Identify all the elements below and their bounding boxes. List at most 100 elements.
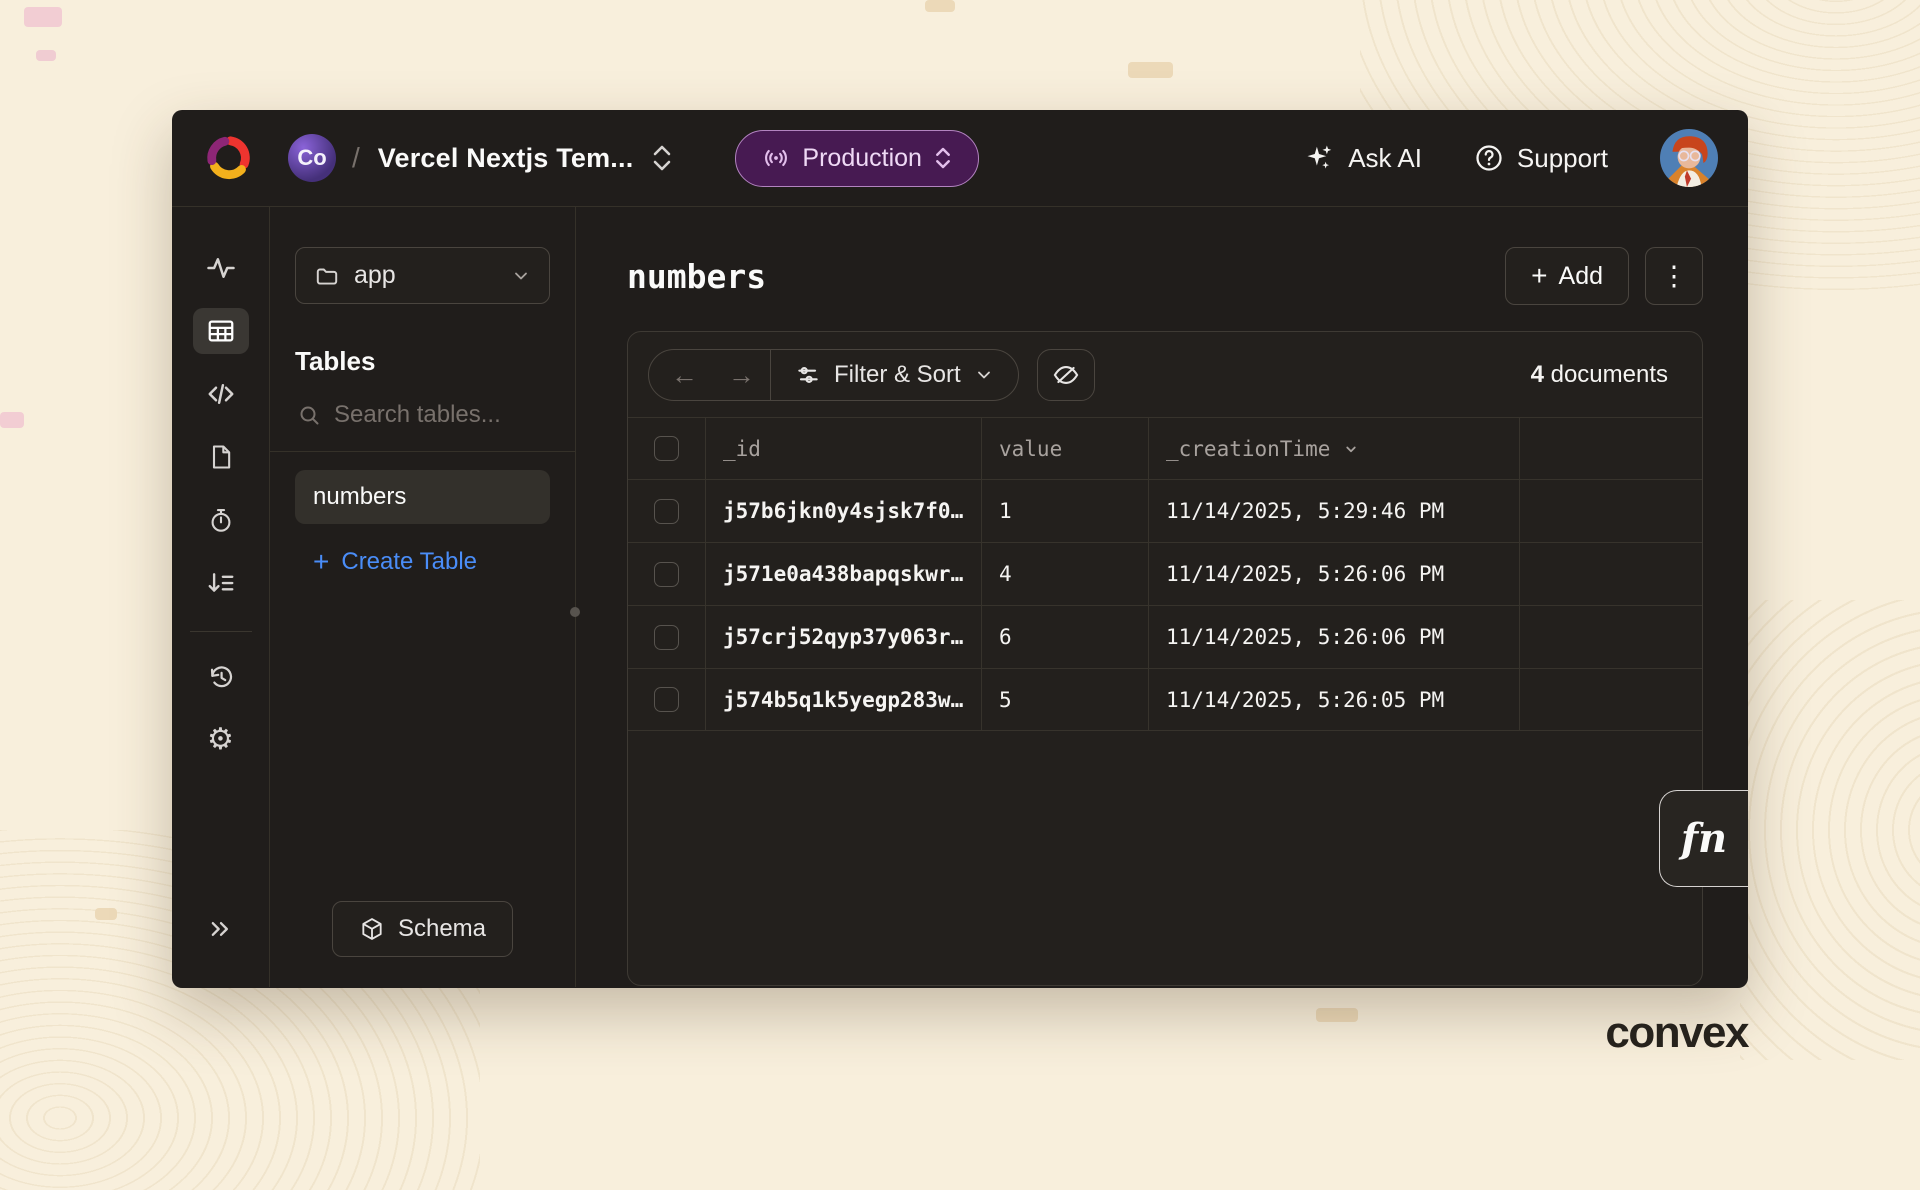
cell-value[interactable]: 5 xyxy=(981,669,1148,730)
filter-sort-button[interactable]: Filter & Sort xyxy=(771,350,1018,400)
support-label: Support xyxy=(1517,143,1608,174)
support-button[interactable]: Support xyxy=(1474,143,1608,174)
convex-logo-icon[interactable] xyxy=(202,132,254,184)
team-avatar-label: Co xyxy=(297,145,326,171)
column-header-label: _creationTime xyxy=(1166,437,1330,461)
cell-id[interactable]: j574b5q1k5yegp283w… xyxy=(705,669,981,730)
row-checkbox[interactable] xyxy=(654,625,679,650)
table-item-label: numbers xyxy=(313,483,406,510)
eye-off-icon xyxy=(1052,361,1080,389)
schema-button[interactable]: Schema xyxy=(332,901,513,957)
cell-id[interactable]: j571e0a438bapqskwr… xyxy=(705,543,981,605)
row-checkbox[interactable] xyxy=(654,562,679,587)
sort-chevron-down-icon[interactable] xyxy=(1342,440,1360,458)
row-checkbox[interactable] xyxy=(654,687,679,712)
deployment-label: Production xyxy=(802,144,922,173)
forward-button[interactable]: → xyxy=(713,350,770,400)
documents-table: _id value _creationTime j57b6jkn0y4sjsk7 xyxy=(628,417,1702,731)
column-header-id[interactable]: _id xyxy=(705,418,981,479)
cell-creation-time[interactable]: 11/14/2025, 5:29:46 PM xyxy=(1148,480,1519,542)
table-row[interactable]: j574b5q1k5yegp283w… 5 11/14/2025, 5:26:0… xyxy=(628,668,1702,731)
data-main-area: numbers + Add ⋮ ← xyxy=(576,207,1748,987)
cell-value[interactable]: 1 xyxy=(981,480,1148,542)
logs-nav-sort-icon[interactable] xyxy=(193,560,249,606)
decorative-rect xyxy=(24,7,62,27)
tables-sidebar: app Tables Search tables... numbers + Cr… xyxy=(270,207,576,987)
sidebar-table-item-numbers[interactable]: numbers xyxy=(295,470,550,524)
user-avatar-image xyxy=(1660,129,1718,187)
chevron-down-icon xyxy=(511,266,531,286)
column-header-value[interactable]: value xyxy=(981,418,1148,479)
history-filter-group: ← → Filter & Sort xyxy=(648,349,1019,401)
schedules-nav-stopwatch-icon[interactable] xyxy=(193,497,249,543)
files-nav-file-icon[interactable] xyxy=(193,434,249,480)
cube-icon xyxy=(359,916,385,942)
decorative-rect xyxy=(36,50,56,61)
cell-value[interactable]: 6 xyxy=(981,606,1148,668)
deployment-selector-button[interactable]: Production xyxy=(735,130,979,187)
search-tables-input[interactable]: Search tables... xyxy=(295,401,550,451)
schema-button-label: Schema xyxy=(398,915,486,943)
column-header-label: value xyxy=(999,437,1062,461)
cell-id[interactable]: j57crj52qyp37y063r… xyxy=(705,606,981,668)
create-table-button[interactable]: + Create Table xyxy=(295,536,550,588)
cell-creation-time[interactable]: 11/14/2025, 5:26:05 PM xyxy=(1148,669,1519,730)
broadcast-icon xyxy=(762,144,790,172)
kebab-icon: ⋮ xyxy=(1661,261,1688,292)
hide-columns-button[interactable] xyxy=(1037,349,1095,401)
data-nav-table-icon[interactable] xyxy=(193,308,249,354)
component-selector-label: app xyxy=(354,261,396,290)
cell-empty xyxy=(1519,606,1702,668)
settings-gear-icon[interactable]: ⚙ xyxy=(193,717,249,763)
filter-sort-label: Filter & Sort xyxy=(834,361,961,389)
select-all-checkbox[interactable] xyxy=(654,436,679,461)
history-nav-icon[interactable] xyxy=(193,654,249,700)
decorative-rect xyxy=(925,0,955,12)
health-nav-activity-icon[interactable] xyxy=(193,245,249,291)
chevrons-right-icon xyxy=(207,915,235,943)
rail-divider xyxy=(190,631,252,632)
add-document-button[interactable]: + Add xyxy=(1505,247,1629,305)
column-header-empty xyxy=(1519,418,1702,479)
expand-sidebar-button[interactable] xyxy=(193,906,249,952)
forward-arrow-icon: → xyxy=(728,360,755,391)
chevrons-up-down-icon xyxy=(934,145,952,171)
component-selector-button[interactable]: app xyxy=(295,247,550,304)
app-header: Co / Vercel Nextjs Tem... Production xyxy=(172,110,1748,207)
cell-empty xyxy=(1519,543,1702,605)
cell-empty xyxy=(1519,480,1702,542)
table-row[interactable]: j57b6jkn0y4sjsk7f0… 1 11/14/2025, 5:29:4… xyxy=(628,479,1702,542)
column-header-label: _id xyxy=(723,437,761,461)
cell-id[interactable]: j57b6jkn0y4sjsk7f0… xyxy=(705,480,981,542)
table-overflow-menu-button[interactable]: ⋮ xyxy=(1645,247,1703,305)
column-header-creation-time[interactable]: _creationTime xyxy=(1148,418,1519,479)
cell-empty xyxy=(1519,669,1702,730)
user-avatar[interactable] xyxy=(1660,129,1718,187)
plus-icon: + xyxy=(1531,262,1547,290)
chevron-down-icon xyxy=(974,365,994,385)
function-runner-tab[interactable]: fn xyxy=(1659,790,1748,887)
functions-nav-code-icon[interactable] xyxy=(193,371,249,417)
documents-count: 4 documents xyxy=(1531,361,1682,389)
ask-ai-label: Ask AI xyxy=(1348,143,1422,174)
ask-ai-button[interactable]: Ask AI xyxy=(1305,143,1422,174)
back-button[interactable]: ← xyxy=(649,350,713,400)
search-icon xyxy=(297,403,321,427)
table-row[interactable]: j571e0a438bapqskwr… 4 11/14/2025, 5:26:0… xyxy=(628,542,1702,605)
convex-dashboard-window: Co / Vercel Nextjs Tem... Production xyxy=(172,110,1748,988)
help-circle-icon xyxy=(1474,143,1504,173)
add-button-label: Add xyxy=(1559,262,1603,291)
team-avatar[interactable]: Co xyxy=(288,134,336,182)
project-switcher-chevrons-icon[interactable] xyxy=(651,143,673,173)
cell-creation-time[interactable]: 11/14/2025, 5:26:06 PM xyxy=(1148,543,1519,605)
page-title: numbers xyxy=(627,257,766,296)
row-checkbox[interactable] xyxy=(654,499,679,524)
documents-count-label: documents xyxy=(1551,361,1668,388)
table-row[interactable]: j57crj52qyp37y063r… 6 11/14/2025, 5:26:0… xyxy=(628,605,1702,668)
table-header-row: _id value _creationTime xyxy=(628,418,1702,479)
sliders-icon xyxy=(795,362,821,388)
create-table-label: Create Table xyxy=(341,548,477,576)
cell-value[interactable]: 4 xyxy=(981,543,1148,605)
cell-creation-time[interactable]: 11/14/2025, 5:26:06 PM xyxy=(1148,606,1519,668)
project-name[interactable]: Vercel Nextjs Tem... xyxy=(378,143,634,174)
